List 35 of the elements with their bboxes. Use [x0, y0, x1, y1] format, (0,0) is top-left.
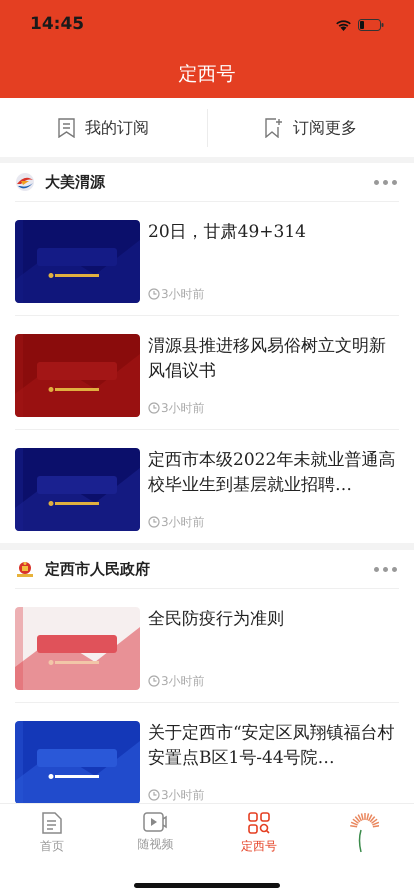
bookmark-plus-icon [264, 118, 283, 138]
video-icon [143, 812, 168, 832]
news-time: 3小时前 [161, 514, 205, 531]
battery-icon [358, 19, 384, 31]
news-time: 3小时前 [161, 673, 205, 690]
news-item[interactable]: 渭源县推进移风易俗树立文明新风倡议书 3小时前 [15, 315, 399, 429]
status-time: 14:45 [30, 13, 84, 36]
news-time: 3小时前 [161, 787, 205, 803]
news-title: 全民防疫行为准则 [148, 608, 285, 631]
grid-search-icon [248, 812, 270, 834]
news-title: 定西市本级2022年未就业普通高校毕业生到基层就业招聘… [148, 449, 396, 497]
bookmark-icon [58, 118, 75, 138]
news-time: 3小时前 [161, 400, 205, 417]
tab-button[interactable]: 定西号 [207, 812, 310, 855]
news-item[interactable]: 20日，甘肃49+314 3小时前 [15, 201, 399, 315]
clock-icon [148, 675, 160, 687]
subscribe-button[interactable]: 我的订阅 [0, 98, 206, 157]
wifi-icon [335, 19, 352, 31]
news-item[interactable]: 定西市本级2022年未就业普通高校毕业生到基层就业招聘… 3小时前 [15, 429, 399, 543]
clock-icon [148, 516, 160, 528]
news-time: 3小时前 [161, 286, 205, 303]
clock-icon [148, 789, 160, 801]
clock-icon [148, 288, 160, 300]
news-title: 渭源县推进移风易俗树立文明新风倡议书 [148, 335, 387, 383]
section-title: 定西市人民政府 [45, 558, 151, 580]
news-title: 关于定西市“安定区凤翔镇福台村安置点B区1号-44号院… [148, 722, 396, 770]
logo-icon [15, 172, 35, 192]
subscribe-button[interactable]: 订阅更多 [208, 98, 414, 157]
page-title: 定西号 [178, 62, 236, 87]
emblem-icon [15, 559, 35, 579]
document-icon [42, 812, 62, 834]
clock-icon [148, 402, 160, 414]
news-title: 20日，甘肃49+314 [148, 221, 307, 244]
section-title: 大美渭源 [45, 172, 106, 193]
news-item[interactable]: 全民防疫行为准则 3小时前 [15, 588, 399, 702]
